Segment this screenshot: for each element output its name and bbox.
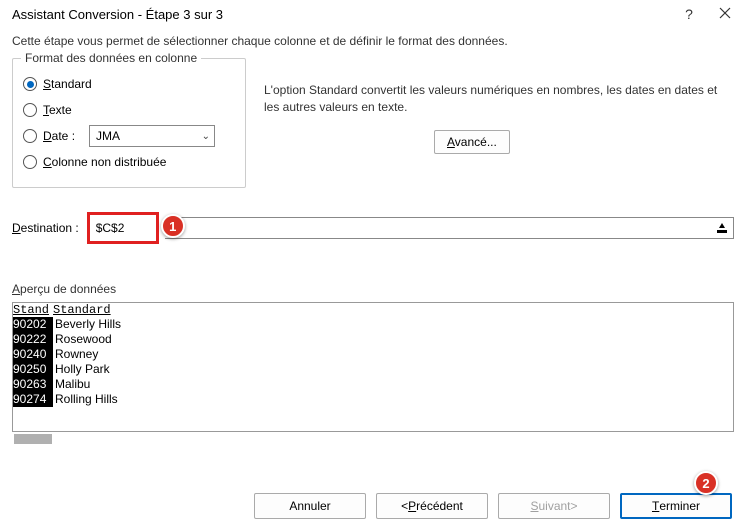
cell-zip: 90263 xyxy=(13,377,53,392)
destination-label: Destination : xyxy=(12,221,79,235)
cell-city: Beverly Hills xyxy=(53,317,733,332)
preview-group: Aperçu de données Stand Standard 90202Be… xyxy=(12,282,734,444)
close-button[interactable] xyxy=(716,6,734,22)
cell-city: Holly Park xyxy=(53,362,733,377)
radio-text[interactable]: Texte xyxy=(23,99,235,121)
table-row[interactable]: 90240Rowney xyxy=(13,347,733,362)
wizard-window: Assistant Conversion - Étape 3 sur 3 ? C… xyxy=(0,0,746,529)
cell-zip: 90250 xyxy=(13,362,53,377)
titlebar: Assistant Conversion - Étape 3 sur 3 ? xyxy=(0,0,746,30)
date-format-value: JMA xyxy=(96,129,120,143)
radio-icon xyxy=(23,155,37,169)
destination-ref-field[interactable] xyxy=(165,217,734,239)
date-format-select[interactable]: JMA ⌄ xyxy=(89,125,215,147)
back-button[interactable]: < Précédent xyxy=(376,493,488,519)
cell-zip: 90222 xyxy=(13,332,53,347)
titlebar-controls: ? xyxy=(680,6,734,22)
close-icon xyxy=(719,7,731,19)
cell-city: Rolling Hills xyxy=(53,392,733,407)
finish-button[interactable]: Terminer xyxy=(620,493,732,519)
radio-icon xyxy=(23,77,37,91)
table-row[interactable]: 90250Holly Park xyxy=(13,362,733,377)
preview-box: Stand Standard 90202Beverly Hills90222Ro… xyxy=(12,302,734,432)
preview-header-col1: Stand xyxy=(13,303,53,317)
content-area: Cette étape vous permet de sélectionner … xyxy=(0,30,746,444)
radio-standard[interactable]: Standard xyxy=(23,73,235,95)
cell-zip: 90240 xyxy=(13,347,53,362)
next-button: Suivant > xyxy=(498,493,610,519)
radio-standard-label: Standard xyxy=(43,77,92,91)
column-format-title: Format des données en colonne xyxy=(21,51,201,65)
column-format-group: Format des données en colonne Standard T… xyxy=(12,58,246,188)
chevron-down-icon: ⌄ xyxy=(202,131,210,142)
radio-text-label: Texte xyxy=(43,103,72,117)
radio-icon xyxy=(23,129,37,143)
radio-date[interactable]: Date : JMA ⌄ xyxy=(23,125,235,147)
radio-date-label: Date : xyxy=(43,129,75,143)
cell-city: Rosewood xyxy=(53,332,733,347)
table-row[interactable]: 90222Rosewood xyxy=(13,332,733,347)
radio-icon xyxy=(23,103,37,117)
format-description-pane: L'option Standard convertit les valeurs … xyxy=(264,58,734,188)
format-description: L'option Standard convertit les valeurs … xyxy=(264,82,734,116)
preview-header: Stand Standard xyxy=(13,303,733,317)
preview-header-col2: Standard xyxy=(53,303,733,317)
callout-badge-2: 2 xyxy=(694,471,718,495)
window-title: Assistant Conversion - Étape 3 sur 3 xyxy=(12,7,223,22)
cancel-button[interactable]: Annuler xyxy=(254,493,366,519)
cell-city: Rowney xyxy=(53,347,733,362)
horizontal-scroll-indicator[interactable] xyxy=(14,434,52,444)
cell-zip: 90202 xyxy=(13,317,53,332)
help-button[interactable]: ? xyxy=(680,6,698,22)
table-row[interactable]: 90202Beverly Hills xyxy=(13,317,733,332)
destination-input[interactable] xyxy=(87,212,159,244)
table-row[interactable]: 90274Rolling Hills xyxy=(13,392,733,407)
callout-badge-1: 1 xyxy=(161,214,185,238)
intro-text: Cette étape vous permet de sélectionner … xyxy=(12,34,734,48)
cell-city: Malibu xyxy=(53,377,733,392)
cell-zip: 90274 xyxy=(13,392,53,407)
top-row: Format des données en colonne Standard T… xyxy=(12,58,734,188)
range-picker-icon xyxy=(715,221,729,235)
table-row[interactable]: 90263Malibu xyxy=(13,377,733,392)
preview-body[interactable]: 90202Beverly Hills90222Rosewood90240Rown… xyxy=(13,317,733,431)
button-row: Annuler < Précédent Suivant > 2 Terminer xyxy=(254,493,732,519)
destination-input-wrap: 1 xyxy=(87,212,159,244)
preview-title: Aperçu de données xyxy=(12,282,734,296)
destination-row: Destination : 1 xyxy=(12,212,734,244)
radio-skip[interactable]: Colonne non distribuée xyxy=(23,151,235,173)
radio-skip-label: Colonne non distribuée xyxy=(43,155,166,169)
advanced-button[interactable]: Avancé... xyxy=(434,130,510,154)
